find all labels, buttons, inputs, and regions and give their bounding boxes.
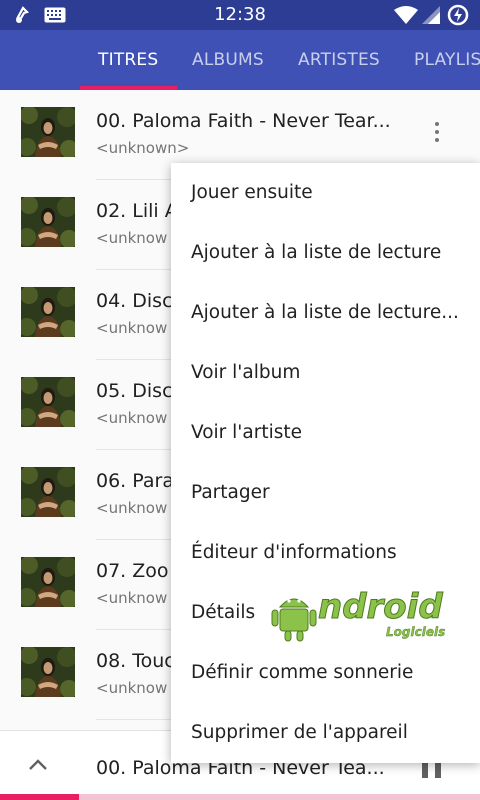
album-art bbox=[21, 647, 75, 697]
playback-progress-fill bbox=[0, 794, 80, 800]
menu-item-delete-from-device[interactable]: Supprimer de l'appareil bbox=[191, 722, 408, 743]
status-bar: 12:38 bbox=[0, 0, 480, 30]
watermark-brand: ndroid bbox=[318, 587, 444, 628]
menu-item-add-to-queue[interactable]: Ajouter à la liste de lecture bbox=[191, 242, 441, 263]
track-context-menu: Jouer ensuite Ajouter à la liste de lect… bbox=[171, 163, 480, 763]
track-artist: <unknow bbox=[96, 409, 168, 427]
track-artist: <unknown> bbox=[96, 139, 190, 157]
track-artist: <unknow bbox=[96, 319, 168, 337]
signal-icon bbox=[422, 6, 440, 24]
menu-item-play-next[interactable]: Jouer ensuite bbox=[191, 182, 313, 203]
album-art bbox=[21, 467, 75, 517]
menu-item-details[interactable]: Détails bbox=[191, 602, 255, 623]
tab-albums[interactable]: ALBUMS bbox=[192, 50, 264, 70]
android-logiciels-watermark: ndroid Logiciels bbox=[270, 585, 460, 645]
chevron-up-icon[interactable] bbox=[26, 755, 50, 775]
menu-item-tag-editor[interactable]: Éditeur d'informations bbox=[191, 542, 397, 563]
menu-item-set-ringtone[interactable]: Définir comme sonnerie bbox=[191, 662, 413, 683]
track-title: 00. Paloma Faith - Never Tear... bbox=[96, 110, 391, 132]
album-art bbox=[21, 107, 75, 157]
album-art bbox=[21, 197, 75, 247]
playback-progress[interactable] bbox=[0, 794, 480, 800]
watermark-sub: Logiciels bbox=[386, 625, 446, 639]
album-art bbox=[21, 377, 75, 427]
tab-artistes[interactable]: ARTISTES bbox=[298, 50, 380, 70]
more-options-icon[interactable] bbox=[425, 120, 449, 148]
track-artist: <unknow bbox=[96, 499, 168, 517]
menu-item-share[interactable]: Partager bbox=[191, 482, 270, 503]
battery-icon bbox=[447, 4, 469, 26]
menu-item-add-to-playlist[interactable]: Ajouter à la liste de lecture... bbox=[191, 302, 459, 323]
menu-item-view-artist[interactable]: Voir l'artiste bbox=[191, 422, 302, 443]
menu-item-view-album[interactable]: Voir l'album bbox=[191, 362, 300, 383]
tab-titres[interactable]: TITRES bbox=[98, 50, 158, 70]
track-artist: <unknow bbox=[96, 679, 168, 697]
album-art bbox=[21, 557, 75, 607]
track-artist: <unknow bbox=[96, 589, 168, 607]
wifi-icon bbox=[394, 6, 418, 24]
tab-bar: TITRES ALBUMS ARTISTES PLAYLIS bbox=[0, 30, 480, 90]
track-artist: <unknow bbox=[96, 229, 168, 247]
album-art bbox=[21, 287, 75, 337]
tab-playlists[interactable]: PLAYLIS bbox=[414, 50, 480, 70]
